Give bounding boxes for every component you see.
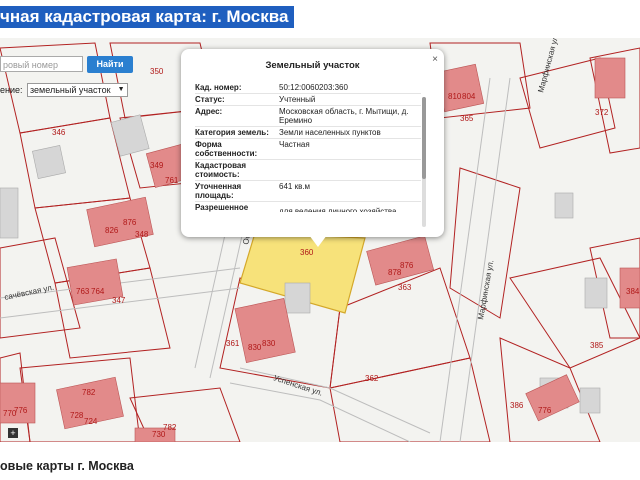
find-button[interactable]: Найти — [87, 56, 133, 73]
info-value: 50:12:0060203:360 — [279, 83, 348, 92]
parcel-number: 761 — [165, 176, 179, 185]
parcel-number: 876 — [123, 218, 137, 227]
parcel-number: 724 — [84, 417, 98, 426]
plus-icon[interactable]: + — [8, 428, 18, 438]
page-title: чная кадастровая карта: г. Москва — [0, 6, 295, 28]
info-value: 641 кв.м — [279, 182, 311, 191]
parcel-number: 782 — [163, 423, 177, 432]
info-key: Категория земель: — [195, 128, 269, 137]
street-label: Марфинская ул. — [476, 259, 495, 320]
parcel-number: 348 — [135, 230, 149, 239]
popup-scrollbar[interactable] — [422, 97, 426, 227]
parcel-number: 360 — [300, 248, 314, 257]
info-row: Разрешенное для ведения личного хозяйств… — [195, 202, 421, 212]
layer-selector-row: ение: земельный участок ▼ — [0, 83, 128, 97]
parcel-info-popup: Земельный участок × Кад. номер: 50:12:00… — [181, 49, 444, 247]
street-label: сачёвская ул. — [4, 283, 55, 302]
layer-select[interactable]: земельный участок ▼ — [27, 83, 128, 97]
parcel-number: 810 — [448, 92, 462, 101]
popup-title: Земельный участок — [265, 60, 360, 71]
parcel-number: 349 — [150, 161, 164, 170]
parcel-number: 782 — [82, 388, 96, 397]
info-row: Категория земель: Земли населенных пункт… — [195, 127, 421, 139]
info-row: Адрес: Московская область, г. Мытищи, д.… — [195, 106, 421, 127]
parcel-number: 763 — [76, 287, 90, 296]
chevron-down-icon: ▼ — [117, 86, 125, 93]
parcel-number: 826 — [105, 226, 119, 235]
parcel-number: 776 — [538, 406, 552, 415]
parcel-number: 830 — [248, 343, 262, 352]
info-value: Учтенный — [279, 95, 316, 104]
info-key: Кад. номер: — [195, 83, 242, 92]
parcel-number: 372 — [595, 108, 609, 117]
info-key: Кадастровая стоимость: — [195, 161, 247, 179]
parcel-number: 384 — [626, 287, 640, 296]
close-icon[interactable]: × — [432, 54, 438, 65]
info-value: Московская область, г. Мытищи, д. Еремин… — [279, 107, 409, 125]
info-row: Кадастровая стоимость: — [195, 160, 421, 181]
info-row: Уточненная площадь: 641 кв.м — [195, 181, 421, 202]
info-key: Статус: — [195, 95, 225, 104]
parcel-number: 350 — [150, 67, 164, 76]
info-value: Земли населенных пунктов — [279, 128, 381, 137]
info-value: для ведения личного хозяйства — [279, 207, 397, 212]
cadastral-number-input[interactable]: ровый номер — [0, 56, 83, 72]
street-label: Марфинская ул. — [536, 38, 560, 94]
parcel-number: 804 — [462, 92, 476, 101]
parcel-number: 776 — [14, 406, 28, 415]
info-key: Форма собственности: — [195, 140, 258, 158]
parcel-number: 830 — [262, 339, 276, 348]
parcel-number: 363 — [398, 283, 412, 292]
parcel-number: 764 — [91, 287, 105, 296]
parcel-number: 878 — [388, 268, 402, 277]
parcel-number: 361 — [226, 339, 240, 348]
footer-heading: овые карты г. Москва — [0, 459, 134, 473]
parcel-number: 876 — [400, 261, 414, 270]
layer-label: ение: — [0, 85, 23, 95]
popup-scrollbar-thumb[interactable] — [422, 97, 426, 179]
popup-pointer — [309, 235, 327, 247]
info-row: Статус: Учтенный — [195, 94, 421, 106]
parcel-number: 386 — [510, 401, 524, 410]
parcel-number: 347 — [112, 296, 126, 305]
parcel-number: 346 — [52, 128, 66, 137]
info-row: Кад. номер: 50:12:0060203:360 — [195, 82, 421, 94]
info-value — [279, 160, 421, 180]
info-key: Адрес: — [195, 107, 223, 116]
parcel-number: 385 — [590, 341, 604, 350]
info-row: Форма собственности: Частная — [195, 139, 421, 160]
layer-select-value: земельный участок — [30, 85, 111, 95]
info-key: Уточненная площадь: — [195, 182, 242, 200]
parcel-number: 362 — [365, 374, 379, 383]
parcel-number: 365 — [460, 114, 474, 123]
parcel-number: 728 — [70, 411, 84, 420]
parcel-info-table: Кад. номер: 50:12:0060203:360 Статус: Уч… — [195, 82, 421, 212]
info-value: Частная — [279, 140, 310, 149]
info-key: Разрешенное — [195, 203, 249, 212]
